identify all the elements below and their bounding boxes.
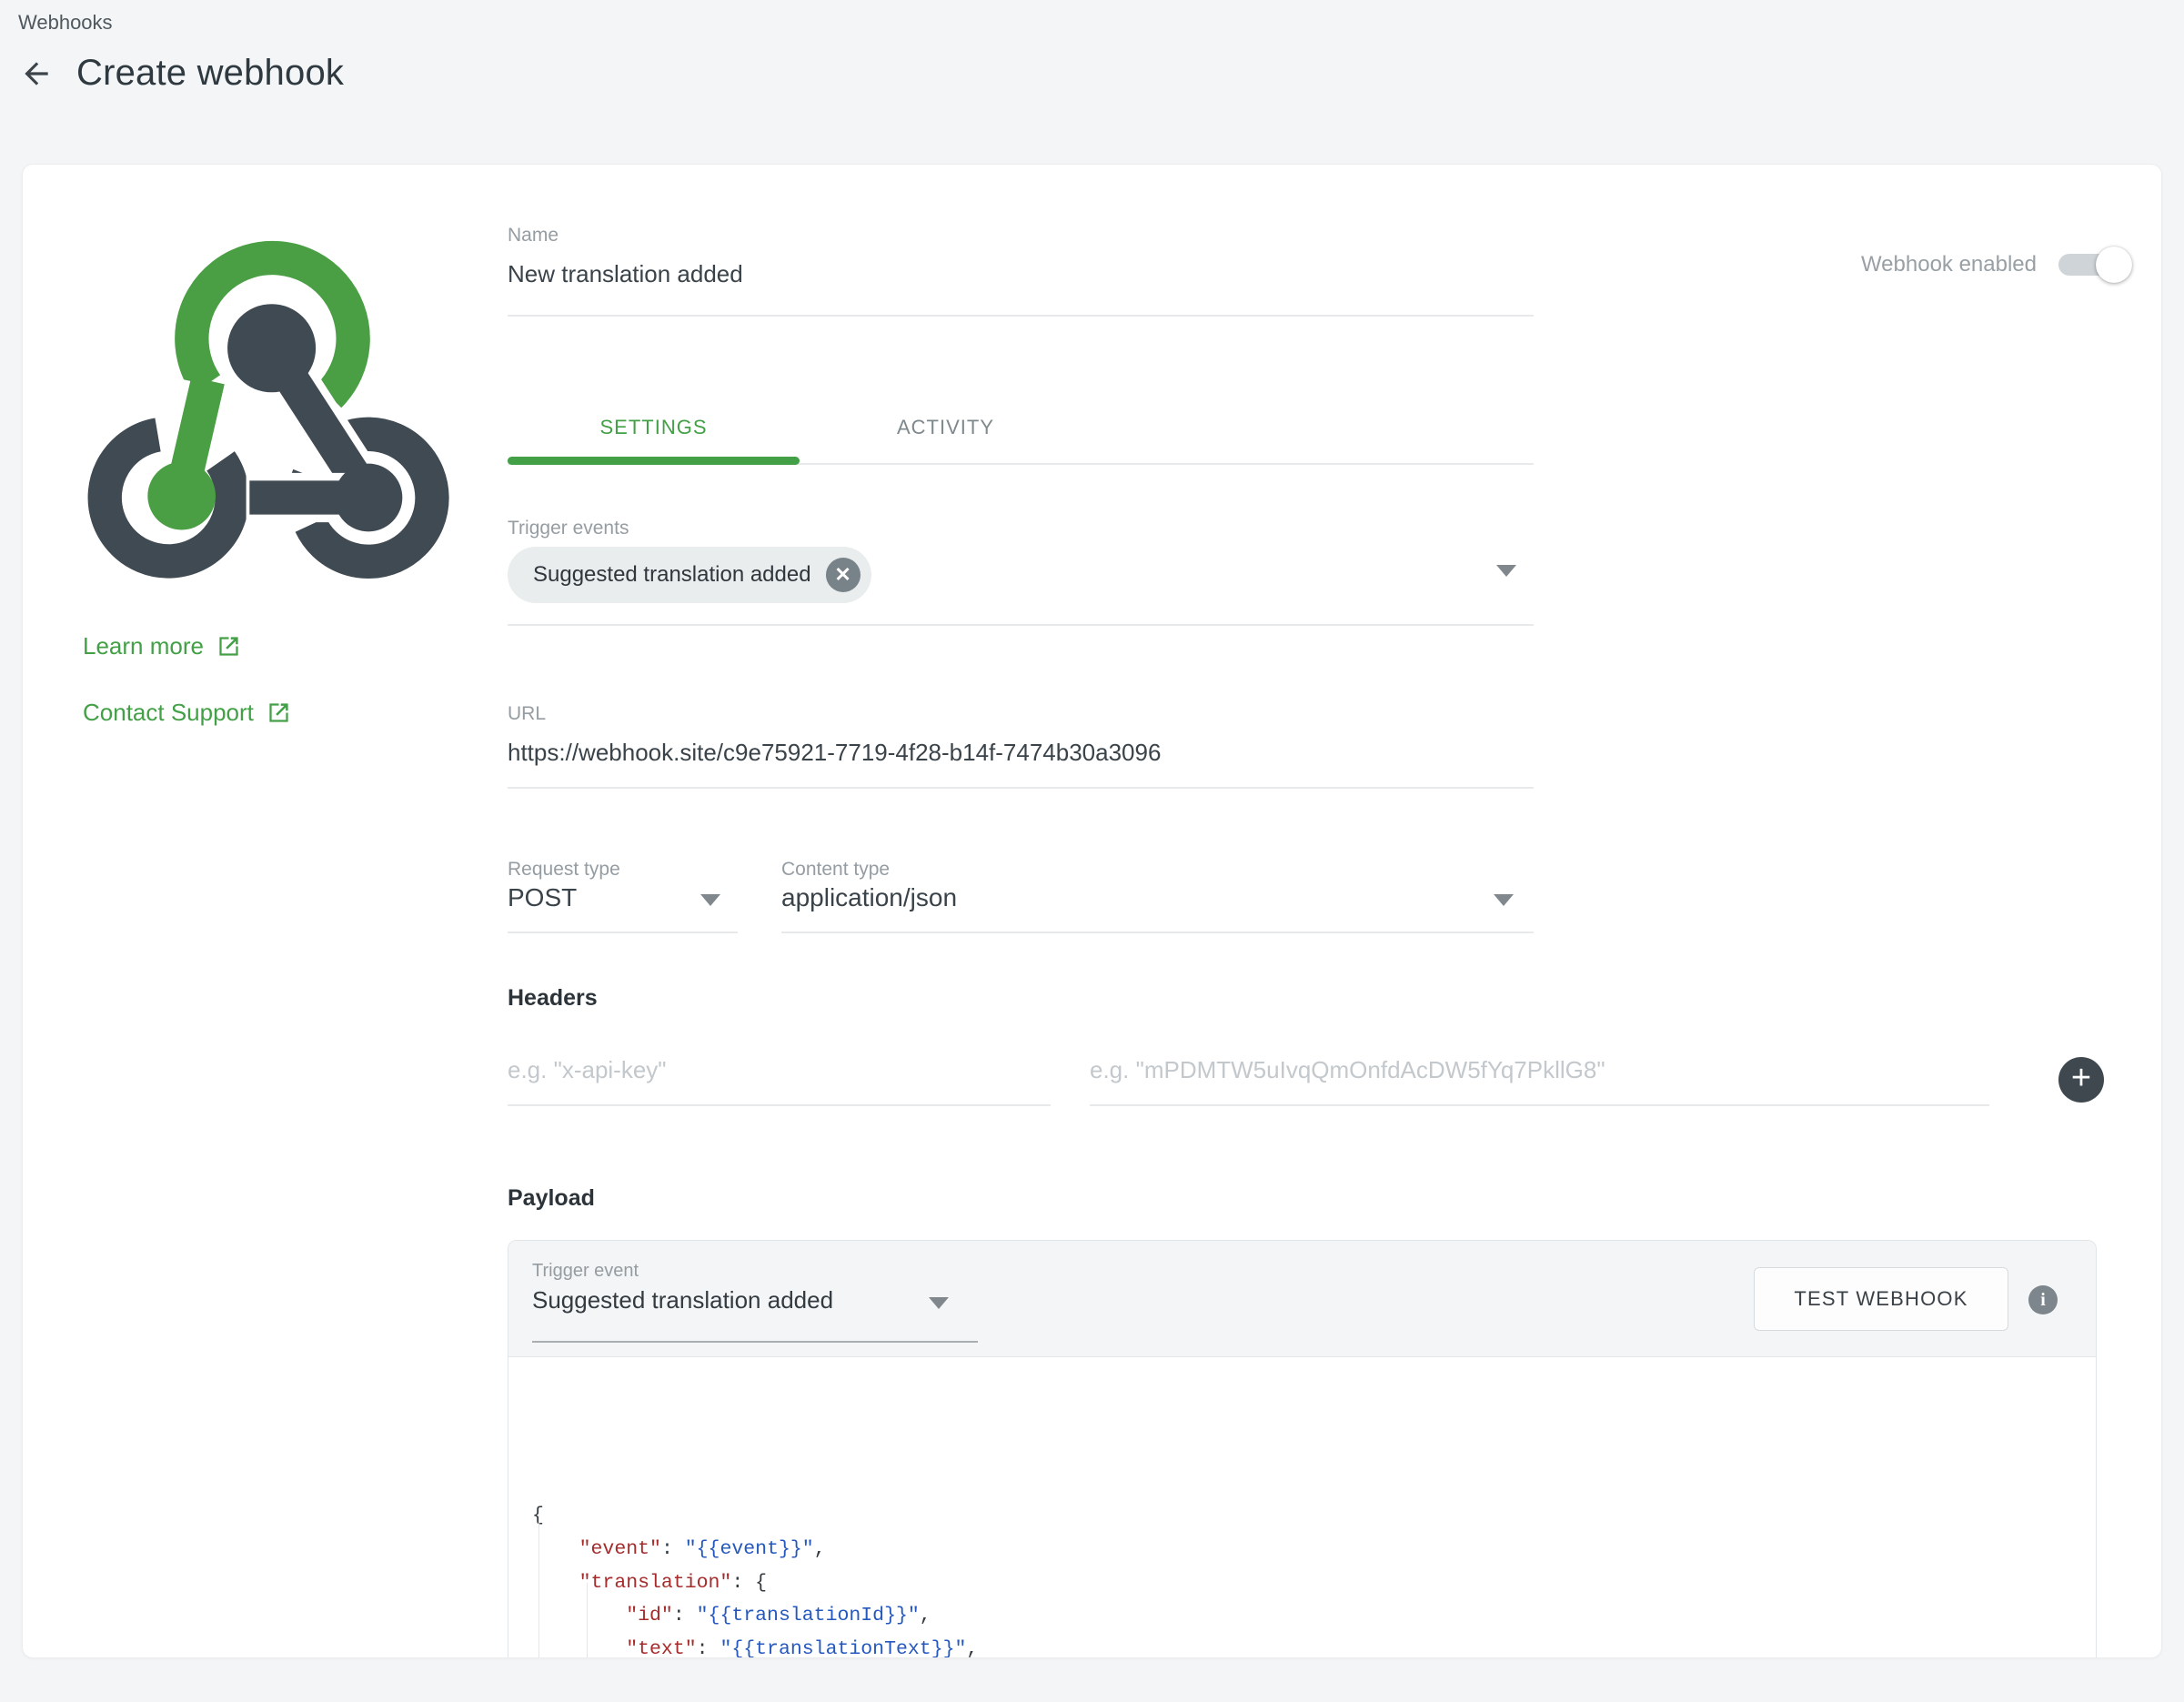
back-arrow-icon[interactable] bbox=[16, 54, 56, 94]
info-icon[interactable]: i bbox=[2028, 1285, 2058, 1314]
add-header-button[interactable]: + bbox=[2058, 1057, 2104, 1103]
chip-label: Suggested translation added bbox=[533, 562, 811, 588]
content-type-dropdown-icon[interactable] bbox=[1494, 894, 1514, 906]
contact-support-link[interactable]: Contact Support bbox=[83, 699, 291, 727]
request-type-underline bbox=[508, 932, 738, 933]
tab-settings[interactable]: SETTINGS bbox=[508, 392, 800, 463]
name-underline bbox=[508, 315, 1534, 317]
tab-bar: SETTINGS ACTIVITY bbox=[508, 392, 1534, 465]
header-key-underline bbox=[508, 1104, 1051, 1106]
breadcrumb[interactable]: Webhooks bbox=[18, 11, 113, 35]
webhook-enabled-toggle[interactable] bbox=[2058, 254, 2129, 276]
url-input[interactable] bbox=[508, 727, 1534, 778]
header-value-underline bbox=[1090, 1104, 1989, 1106]
title-row: Create webhook bbox=[16, 53, 344, 94]
payload-title: Payload bbox=[508, 1185, 595, 1212]
content-type-underline bbox=[781, 932, 1534, 933]
test-webhook-button[interactable]: TEST WEBHOOK bbox=[1754, 1267, 2008, 1331]
webhook-card: Learn more Contact Support Name Webhook … bbox=[22, 164, 2162, 1658]
external-link-icon bbox=[216, 634, 241, 659]
tab-activity[interactable]: ACTIVITY bbox=[800, 392, 1092, 463]
code-line: "event": "{{event}}", bbox=[532, 1533, 2096, 1566]
request-type-label: Request type bbox=[508, 859, 620, 881]
payload-trigger-event-underline bbox=[532, 1341, 978, 1343]
headers-title: Headers bbox=[508, 985, 598, 1012]
code-line: "translation": { bbox=[532, 1566, 2096, 1600]
content-type-select[interactable]: application/json bbox=[781, 883, 957, 912]
chip-remove-icon[interactable]: ✕ bbox=[826, 558, 861, 592]
trigger-events-underline bbox=[508, 624, 1534, 626]
payload-trigger-event-dropdown-icon[interactable] bbox=[929, 1297, 949, 1309]
url-label: URL bbox=[508, 703, 546, 725]
content-type-label: Content type bbox=[781, 859, 890, 881]
indent-guide bbox=[538, 1516, 539, 1658]
payload-panel-header: Trigger event Suggested translation adde… bbox=[508, 1241, 2096, 1357]
trigger-events-dropdown-icon[interactable] bbox=[1496, 565, 1516, 577]
payload-trigger-event-label: Trigger event bbox=[532, 1261, 639, 1282]
url-underline bbox=[508, 787, 1534, 789]
name-label: Name bbox=[508, 225, 559, 247]
webhook-enabled-row: Webhook enabled bbox=[1787, 252, 2133, 277]
learn-more-link[interactable]: Learn more bbox=[83, 632, 241, 660]
name-input[interactable] bbox=[508, 248, 1534, 299]
code-line: "id": "{{translationId}}", bbox=[532, 1599, 2096, 1633]
external-link-icon bbox=[267, 700, 291, 725]
webhook-logo bbox=[75, 227, 458, 590]
header-value-input[interactable] bbox=[1090, 1038, 1989, 1102]
request-type-dropdown-icon[interactable] bbox=[700, 894, 720, 906]
request-type-select[interactable]: POST bbox=[508, 883, 577, 912]
page-title: Create webhook bbox=[76, 53, 344, 94]
tab-active-indicator bbox=[508, 457, 800, 465]
header-key-input[interactable] bbox=[508, 1038, 1051, 1102]
trigger-events-label: Trigger events bbox=[508, 518, 629, 539]
contact-support-label: Contact Support bbox=[83, 699, 254, 727]
webhook-enabled-label: Webhook enabled bbox=[1861, 252, 2037, 277]
trigger-event-chip[interactable]: Suggested translation added ✕ bbox=[508, 547, 871, 603]
code-line: { bbox=[532, 1499, 2096, 1533]
payload-code-editor[interactable]: { "event": "{{event}}", "translation": {… bbox=[508, 1357, 2096, 1658]
payload-trigger-event-select[interactable]: Suggested translation added bbox=[532, 1286, 833, 1314]
indent-guide bbox=[587, 1583, 588, 1658]
toggle-thumb bbox=[2096, 247, 2132, 283]
code-line: "text": "{{translationText}}", bbox=[532, 1633, 2096, 1658]
payload-panel: Trigger event Suggested translation adde… bbox=[508, 1240, 2097, 1658]
learn-more-label: Learn more bbox=[83, 632, 204, 660]
